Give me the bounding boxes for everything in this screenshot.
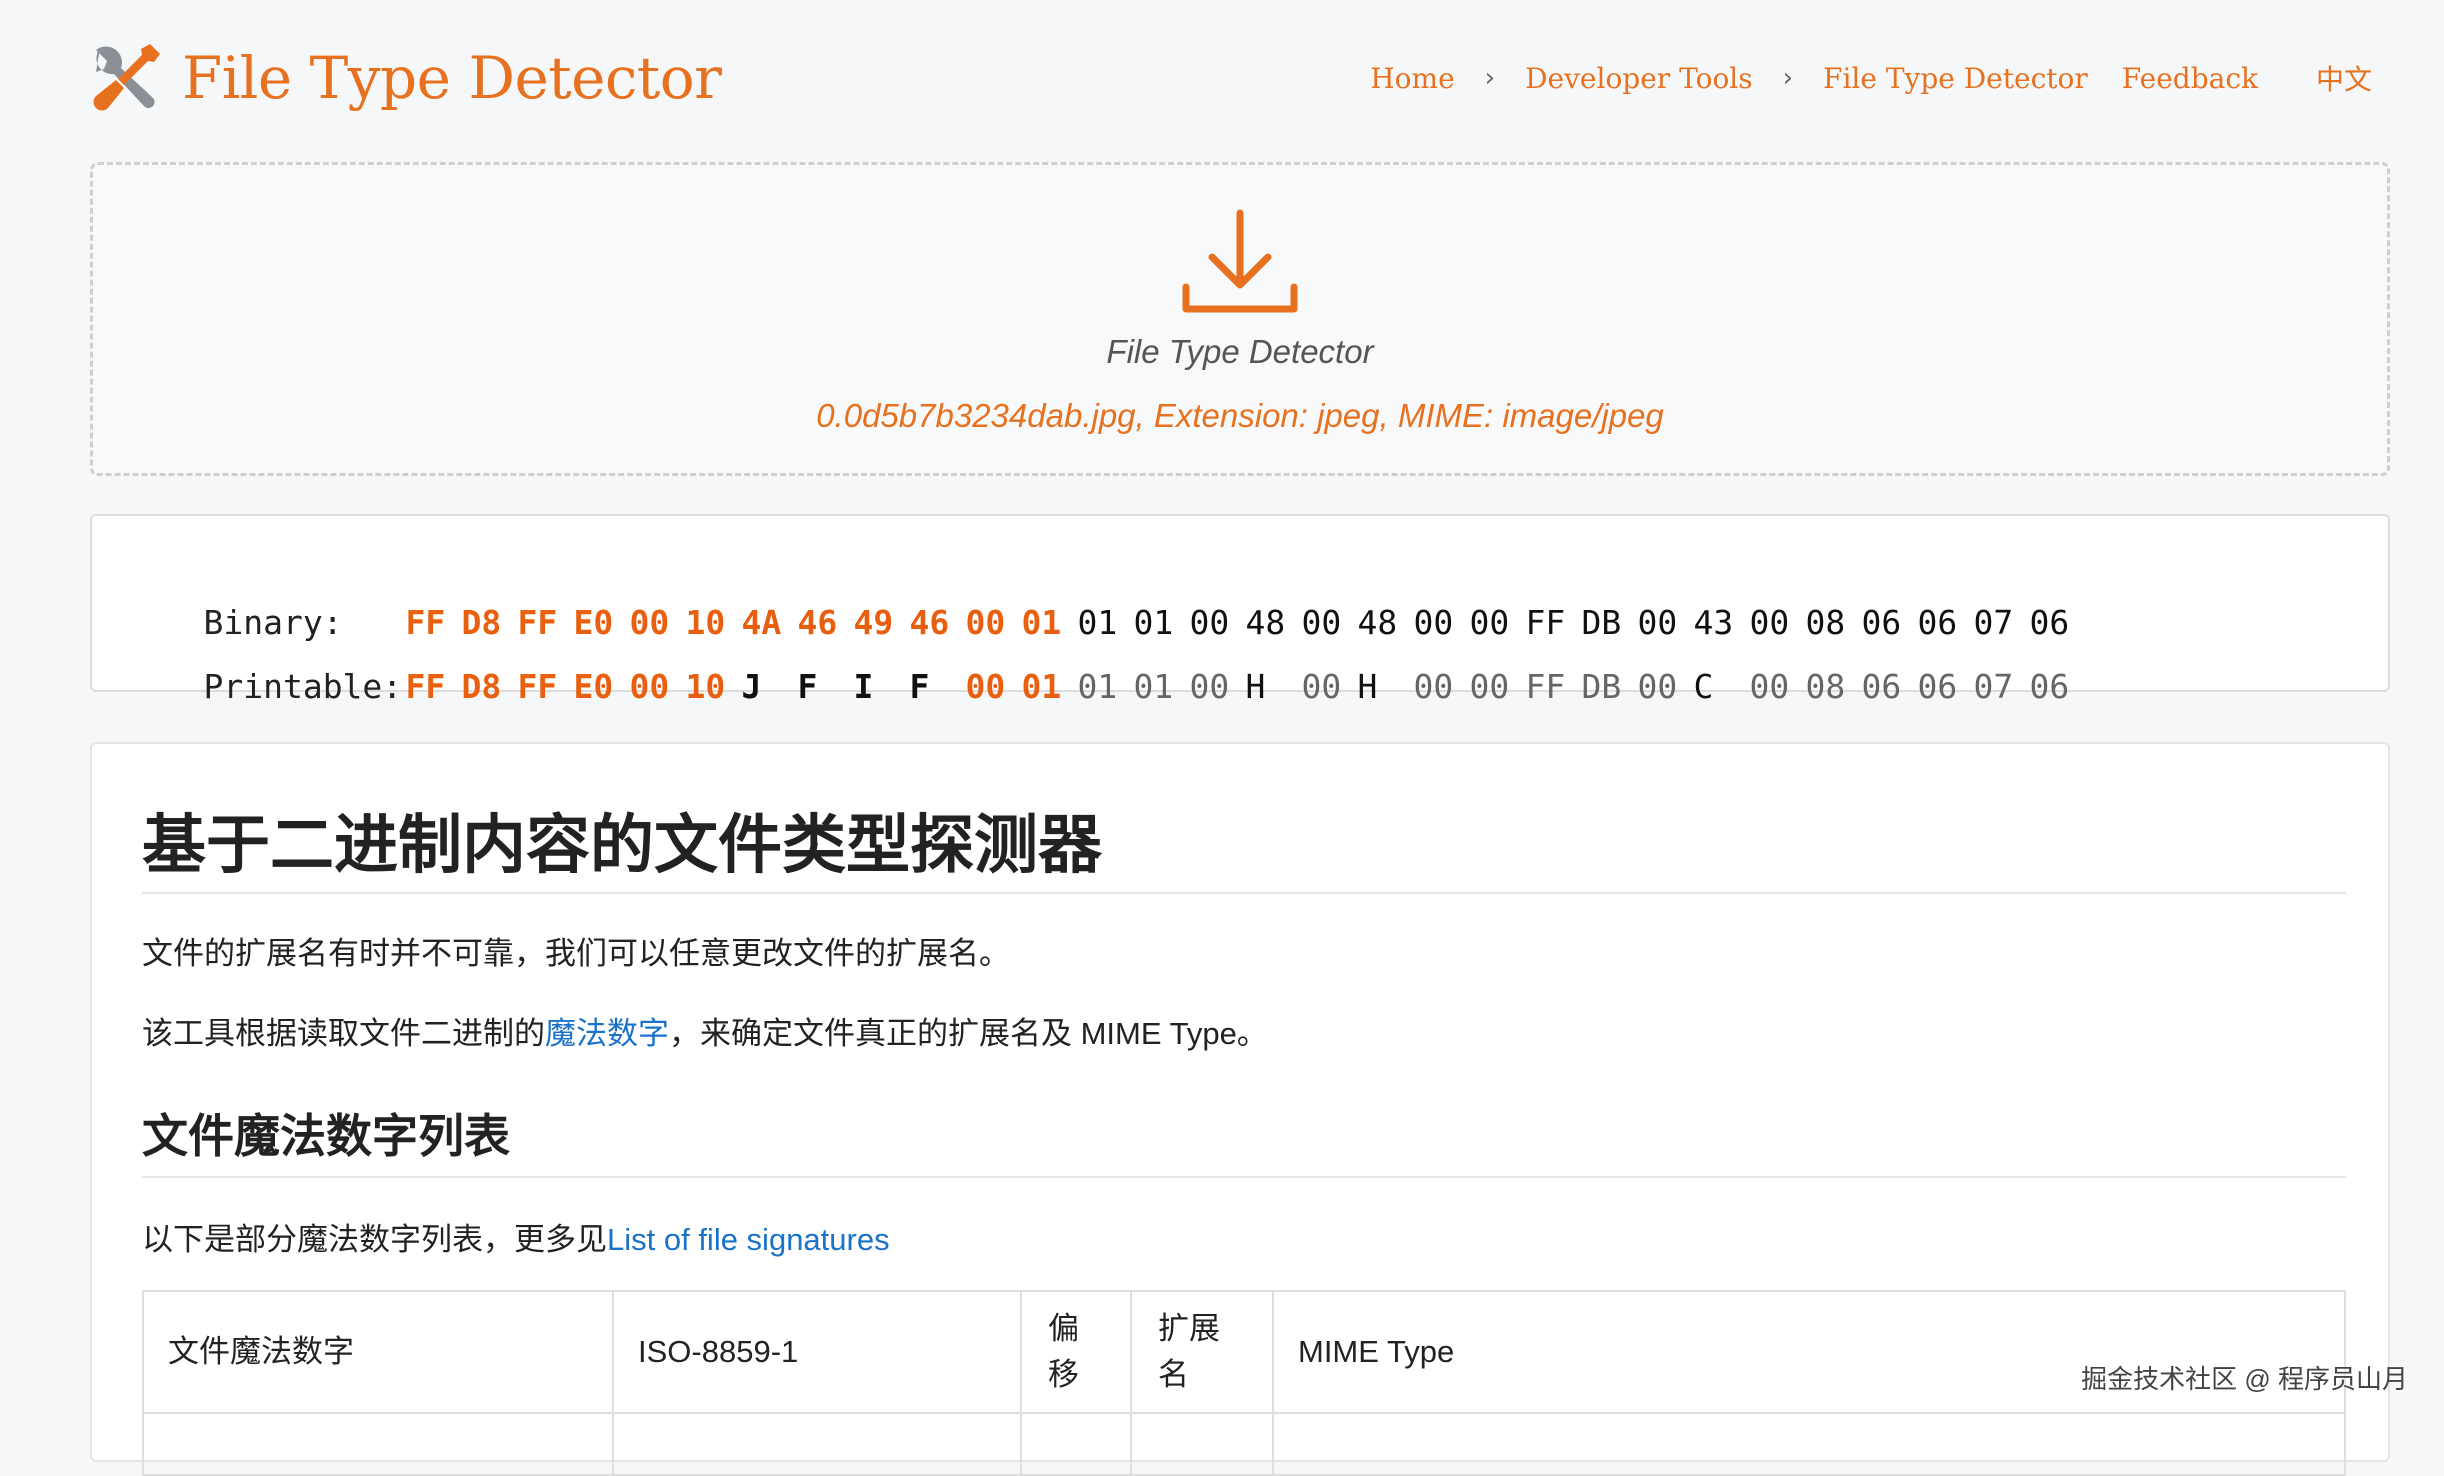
- byte-cell: 10: [685, 667, 726, 706]
- description-text: 该工具根据读取文件二进制的: [142, 1016, 545, 1051]
- byte-cell: 01: [1077, 667, 1118, 706]
- site-title: File Type Detector: [182, 44, 722, 112]
- printable-bytes: FF D8 FF E0 00 10 J F I F 00 01 01 01 00 H 00 H 00 00 FF DB 00…: [405, 667, 2085, 706]
- byte-cell: 06: [1917, 667, 1958, 706]
- byte-cell: H: [1245, 667, 1266, 706]
- tools-icon: [93, 44, 160, 111]
- binary-panel: Binary: FF D8 FF E0 00 10 4A 46 49 46 00 01 01 01 00 48 0…: [90, 514, 2390, 706]
- byte-cell: 00: [965, 667, 1006, 706]
- col-magic-number: 文件魔法数字: [142, 1290, 614, 1414]
- page-title: 基于二进制内容的文件类型探测器: [142, 809, 1102, 881]
- content-card: 基于二进制内容的文件类型探测器 文件的扩展名有时并不可靠，我们可以任意更改文件的…: [90, 742, 2390, 1476]
- byte-cell: 00: [1189, 667, 1230, 706]
- byte-cell: 01: [1021, 667, 1062, 706]
- col-extension-label: 扩展名: [1158, 1311, 1220, 1392]
- top-nav: Home › Developer Tools › File Type Detec…: [1370, 58, 2372, 98]
- breadcrumb-separator: ›: [1484, 63, 1496, 93]
- byte-cell: 00: [1413, 667, 1454, 706]
- byte-cell: 00: [1301, 667, 1342, 706]
- byte-cell: 06: [1861, 667, 1902, 706]
- nav-developer-tools[interactable]: Developer Tools: [1525, 62, 1753, 95]
- byte-cell: F: [797, 667, 818, 706]
- list-intro-text: 以下是部分魔法数字列表，更多见: [142, 1222, 607, 1257]
- byte-cell: FF: [517, 667, 558, 706]
- magic-number-table: 文件魔法数字 ISO-8859-1 偏移 扩展名 MIME Type: [142, 1290, 2346, 1476]
- watermark: 掘金技术社区 @ 程序员山月: [2081, 1364, 2408, 1394]
- section-heading: 文件魔法数字列表: [142, 1110, 510, 1162]
- download-icon: [1182, 209, 1298, 313]
- breadcrumb-separator: ›: [1782, 63, 1794, 93]
- description-paragraph: 该工具根据读取文件二进制的魔法数字，来确定文件真正的扩展名及 MIME Type…: [142, 1008, 1268, 1053]
- byte-cell: D8: [461, 667, 502, 706]
- printable-label: Printable:: [203, 667, 403, 706]
- col-offset: 偏移: [1020, 1290, 1132, 1414]
- byte-cell: 01: [1133, 667, 1174, 706]
- file-drop-zone[interactable]: File Type Detector 0.0d5b7b3234dab.jpg, …: [90, 162, 2390, 476]
- magic-number-link[interactable]: 魔法数字: [545, 1016, 669, 1051]
- list-paragraph: 以下是部分魔法数字列表，更多见List of file signatures: [142, 1214, 890, 1259]
- byte-cell: 07: [1973, 667, 2014, 706]
- byte-cell: 00: [1749, 667, 1790, 706]
- nav-home[interactable]: Home: [1370, 62, 1454, 95]
- byte-cell: FF: [405, 667, 446, 706]
- byte-cell: 00: [629, 667, 670, 706]
- logo[interactable]: File Type Detector: [88, 40, 722, 116]
- file-signatures-link[interactable]: List of file signatures: [607, 1222, 890, 1257]
- byte-cell: 08: [1805, 667, 1846, 706]
- binary-row: Binary: FF D8 FF E0 00 10 4A 46 49 46 00 01 01 01 00 48 0…: [124, 548, 2085, 642]
- nav-feedback[interactable]: Feedback: [2122, 62, 2258, 95]
- drop-zone-title: File Type Detector: [1106, 333, 1374, 370]
- language-switch[interactable]: 中文: [2316, 58, 2372, 98]
- detection-result: 0.0d5b7b3234dab.jpg, Extension: jpeg, MI…: [816, 397, 1664, 434]
- printable-row: Printable: FF D8 FF E0 00 10 J F I F 00 01 01 01 00 H 00 H…: [124, 612, 2085, 706]
- byte-cell: F: [909, 667, 930, 706]
- byte-cell: 06: [2029, 667, 2070, 706]
- byte-cell: H: [1357, 667, 1378, 706]
- divider: [142, 892, 2346, 894]
- byte-cell: J: [741, 667, 762, 706]
- byte-cell: I: [853, 667, 874, 706]
- table-header-row: 文件魔法数字 ISO-8859-1 偏移 扩展名 MIME Type: [142, 1290, 2346, 1414]
- byte-cell: 00: [1469, 667, 1510, 706]
- byte-cell: E0: [573, 667, 614, 706]
- col-offset-label: 偏移: [1048, 1311, 1079, 1392]
- intro-paragraph: 文件的扩展名有时并不可靠，我们可以任意更改文件的扩展名。: [142, 936, 1010, 971]
- description-text-end: ，来确定文件真正的扩展名及 MIME Type。: [669, 1016, 1268, 1051]
- col-extension: 扩展名: [1130, 1290, 1274, 1414]
- byte-cell: DB: [1581, 667, 1622, 706]
- nav-file-type-detector[interactable]: File Type Detector: [1823, 62, 2088, 95]
- byte-cell: FF: [1525, 667, 1566, 706]
- divider: [142, 1176, 2346, 1178]
- site-header: File Type Detector Home › Developer Tool…: [0, 0, 2444, 160]
- table-row: [142, 1412, 2346, 1476]
- col-iso-8859-1: ISO-8859-1: [612, 1290, 1022, 1414]
- byte-cell: C: [1693, 667, 1714, 706]
- byte-cell: 00: [1637, 667, 1678, 706]
